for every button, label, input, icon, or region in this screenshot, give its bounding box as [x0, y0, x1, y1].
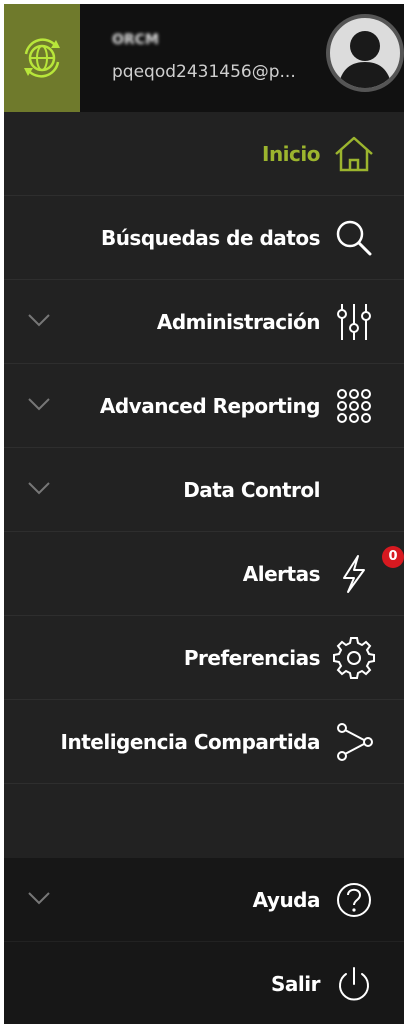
menu-item-busquedas[interactable]: Búsquedas de datos — [4, 196, 404, 280]
menu-item-label: Inteligencia Compartida — [60, 730, 321, 754]
chevron-down-icon — [28, 398, 50, 411]
menu-item-inicio[interactable]: Inicio — [4, 112, 404, 196]
chevron-down-icon — [28, 314, 50, 327]
help-icon — [337, 883, 371, 917]
gear-icon — [333, 637, 375, 679]
share-icon — [337, 723, 373, 761]
menu-item-label: Advanced Reporting — [99, 394, 321, 418]
menu-item-alertas[interactable]: Alertas 0 — [4, 532, 404, 616]
menu-item-label: Alertas — [242, 562, 321, 586]
menu-item-inteligencia-compartida[interactable]: Inteligencia Compartida — [4, 700, 404, 784]
menu-item-label: Preferencias — [183, 646, 321, 670]
menu-item-label: Búsquedas de datos — [100, 226, 321, 250]
menu-item-salir[interactable]: Salir — [4, 942, 404, 1024]
user-silhouette-icon — [338, 31, 392, 88]
menu-item-administracion[interactable]: Administración — [4, 280, 404, 364]
globe-sync-icon — [24, 38, 60, 78]
power-icon — [339, 967, 369, 1001]
menu-item-ayuda[interactable]: Ayuda — [4, 858, 404, 942]
menu-item-label: Salir — [271, 972, 320, 996]
avatar[interactable] — [326, 14, 404, 92]
menu-item-preferencias[interactable]: Preferencias — [4, 616, 404, 700]
chevron-down-icon — [28, 892, 50, 905]
menu-item-advanced-reporting[interactable]: Advanced Reporting — [4, 364, 404, 448]
grid-dots-icon — [337, 389, 371, 423]
chevron-down-icon — [28, 482, 50, 495]
menu-item-label: Data Control — [183, 478, 320, 502]
menu-item-data-control[interactable]: Data Control — [4, 448, 404, 532]
menu-item-label: Inicio — [262, 142, 321, 166]
search-icon — [336, 220, 372, 256]
menu-item-label: Ayuda — [252, 888, 321, 912]
logo[interactable] — [4, 4, 80, 112]
side-menu: ORCM pqeqod2431456@p... Inicio Búsquedas… — [4, 4, 404, 1024]
menu-item-label: Administración — [156, 310, 321, 334]
user-name: ORCM — [112, 32, 159, 48]
user-email: pqeqod2431456@p... — [112, 62, 296, 82]
sliders-icon — [337, 304, 371, 340]
alert-count-badge: 0 — [382, 546, 404, 568]
user-header: ORCM pqeqod2431456@p... — [4, 4, 404, 112]
lightning-icon — [343, 555, 365, 593]
home-icon — [335, 136, 373, 172]
